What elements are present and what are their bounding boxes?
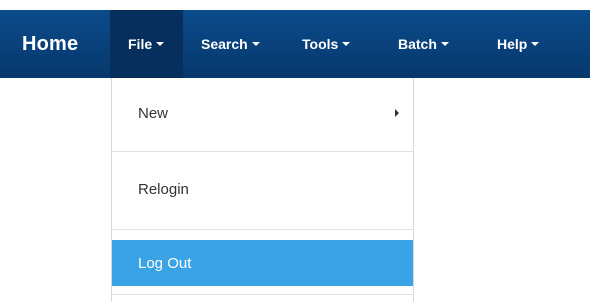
nav-help-label: Help: [497, 36, 528, 52]
menu-item-relogin[interactable]: Relogin: [112, 162, 413, 216]
nav-batch-label: Batch: [398, 36, 437, 52]
nav-file-menu[interactable]: File: [110, 10, 183, 78]
chevron-down-icon: [342, 42, 351, 46]
nav-search-menu[interactable]: Search: [183, 10, 286, 78]
chevron-down-icon: [531, 42, 540, 46]
nav-tools-menu[interactable]: Tools: [286, 10, 380, 78]
home-label: Home: [22, 32, 79, 55]
home-link[interactable]: Home: [0, 10, 110, 78]
menu-item-log-out[interactable]: Log Out: [112, 240, 413, 286]
nav-file-label: File: [128, 36, 153, 52]
chevron-down-icon: [156, 42, 165, 46]
chevron-down-icon: [440, 42, 449, 46]
menu-item-new-label: New: [138, 104, 169, 122]
chevron-right-icon: [395, 109, 399, 117]
nav-batch-menu[interactable]: Batch: [380, 10, 481, 78]
nav-search-label: Search: [201, 36, 248, 52]
menu-item-new[interactable]: New: [112, 86, 413, 140]
nav-help-menu[interactable]: Help: [481, 10, 540, 78]
menu-item-relogin-label: Relogin: [138, 180, 189, 198]
menu-divider: [112, 294, 413, 295]
nav-tools-label: Tools: [302, 36, 339, 52]
chevron-down-icon: [251, 42, 260, 46]
top-navbar: Home File Search Tools Batch Help: [0, 10, 590, 78]
menu-item-log-out-label: Log Out: [138, 254, 192, 272]
file-dropdown-menu: New Relogin Log Out: [111, 78, 414, 302]
menu-divider: [112, 151, 413, 152]
menu-divider: [112, 229, 413, 230]
